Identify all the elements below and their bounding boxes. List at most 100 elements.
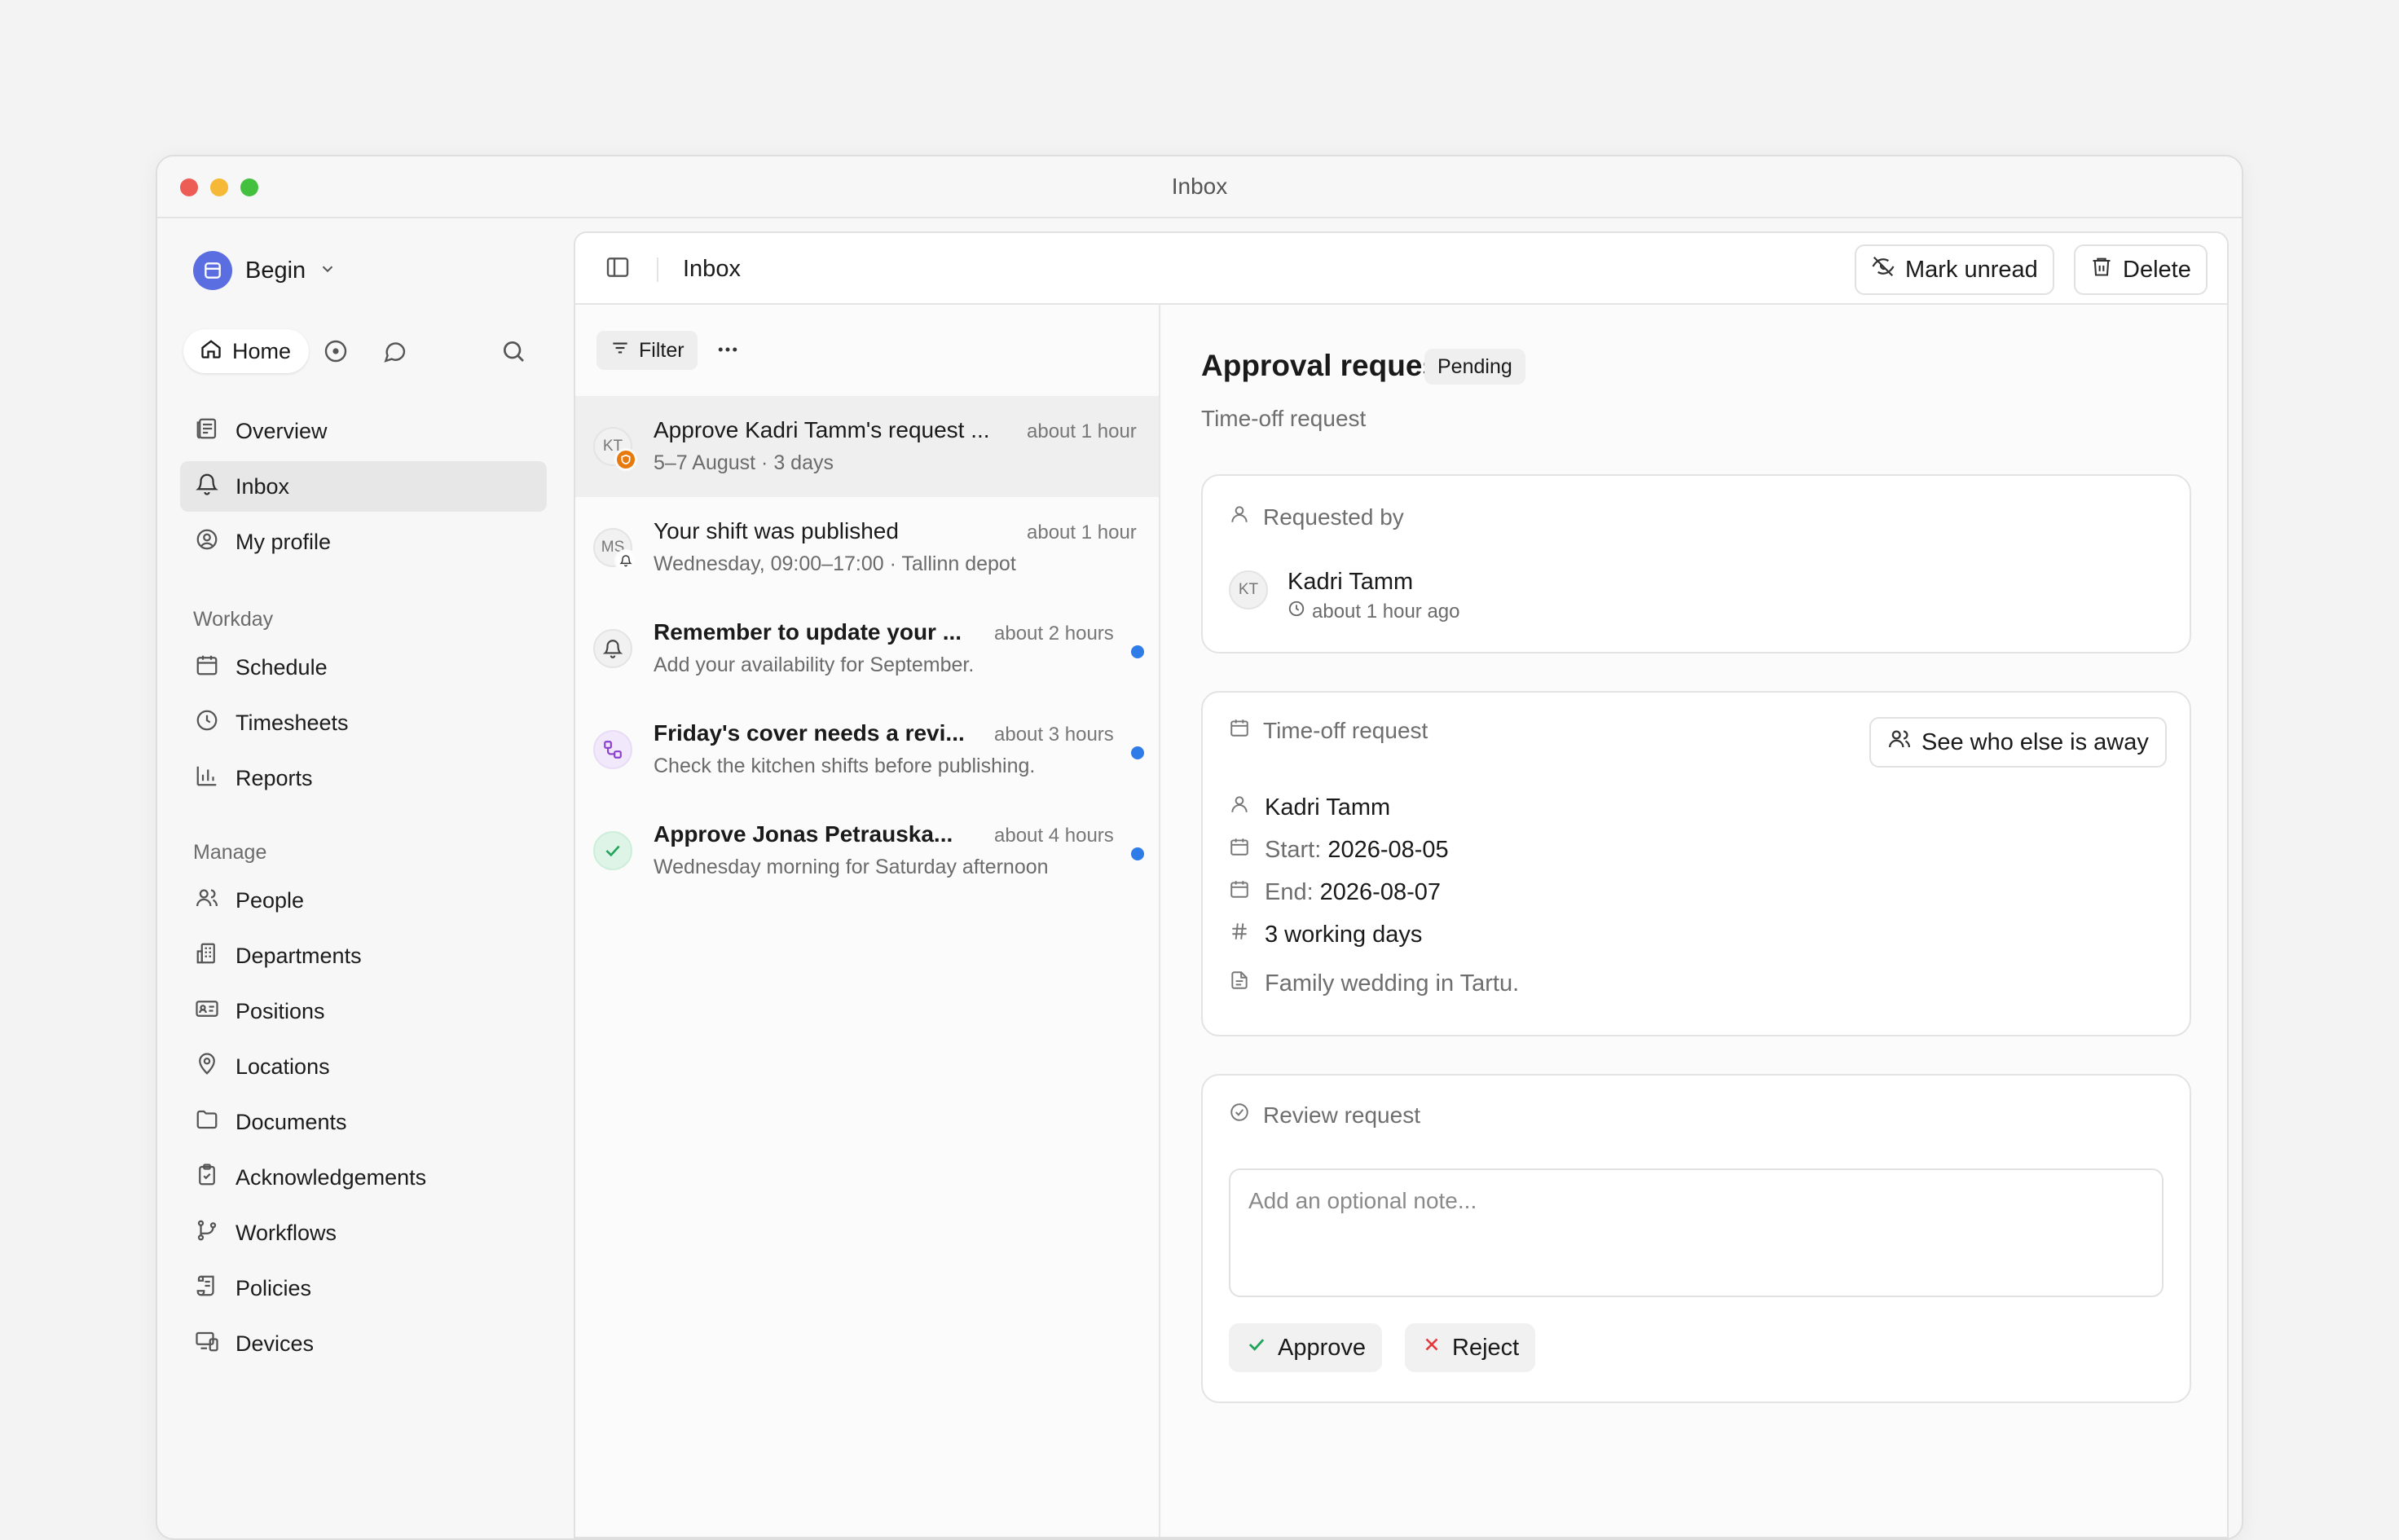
detail-pane: Approval request Pending Time-off reques… — [1162, 305, 2227, 1537]
list-item[interactable]: KT Approve Kadri Tamm's request ... abou… — [575, 396, 1159, 497]
sidebar-item-my-profile[interactable]: My profile — [180, 517, 547, 567]
list-item-subtitle: Check the kitchen shifts before publishi… — [654, 755, 1036, 777]
sidebar-item-documents[interactable]: Documents — [180, 1097, 547, 1147]
sidebar-item-label: Devices — [235, 1331, 315, 1356]
git-branch-icon — [195, 1218, 219, 1248]
people-icon — [1887, 727, 1912, 758]
sidebar-item-devices[interactable]: Devices — [180, 1318, 547, 1369]
start-value: 2026-08-05 — [1327, 836, 1449, 863]
sidebar-item-label: Reports — [235, 765, 313, 790]
activity-icon[interactable] — [322, 337, 350, 365]
sidebar-item-label: Inbox — [235, 473, 290, 499]
list-item[interactable]: Approve Jonas Petrauska... about 4 hours… — [575, 800, 1159, 901]
workflow-icon — [593, 730, 632, 769]
unread-dot — [1131, 847, 1144, 860]
calendar-icon — [1229, 836, 1250, 864]
approve-button[interactable]: Approve — [1229, 1323, 1383, 1372]
scroll-icon — [195, 1274, 219, 1304]
see-who-else-is-away-button[interactable]: See who else is away — [1869, 717, 2167, 768]
id-card-icon — [195, 997, 219, 1027]
reject-label: Reject — [1452, 1334, 1520, 1361]
note-textarea[interactable] — [1229, 1168, 2164, 1297]
list-item-time: about 1 hour — [1027, 420, 1137, 442]
list-item-title: Remember to update your ... — [654, 619, 962, 645]
sidebar-item-inbox[interactable]: Inbox — [180, 461, 547, 512]
section-label-workday: Workday — [193, 608, 274, 631]
search-icon[interactable] — [500, 337, 527, 365]
workspace-switcher[interactable]: Begin — [193, 251, 337, 290]
requested-by-card: Requested by KT Kadri Tamm about 1 hour … — [1201, 474, 2191, 653]
chart-icon — [195, 763, 219, 794]
clock-icon — [195, 708, 219, 738]
start-row: Start: 2026-08-05 — [1229, 836, 1449, 864]
overview-icon — [195, 416, 219, 447]
eye-off-icon — [1871, 254, 1895, 285]
sidebar-item-departments[interactable]: Departments — [180, 931, 547, 981]
avatar: KT — [1229, 570, 1268, 609]
workspace-name: Begin — [245, 257, 306, 284]
bell-badge-icon — [614, 549, 637, 572]
sidebar-item-label: Workflows — [235, 1220, 337, 1245]
bell-icon — [195, 472, 219, 502]
sidebar-item-reports[interactable]: Reports — [180, 753, 547, 803]
end-label: End: — [1265, 878, 1314, 905]
card-heading: Requested by — [1229, 504, 1404, 530]
chat-icon[interactable] — [381, 337, 408, 365]
divider — [657, 257, 658, 282]
zoom-window-button[interactable] — [240, 178, 258, 196]
filter-button[interactable]: Filter — [596, 331, 698, 370]
minimize-window-button[interactable] — [210, 178, 228, 196]
user-icon — [1229, 504, 1250, 530]
chevron-down-icon — [319, 260, 337, 282]
approve-label: Approve — [1278, 1334, 1367, 1361]
detail-title: Approval request — [1201, 349, 1450, 382]
calendar-icon — [1229, 717, 1250, 744]
check-circle-icon — [1229, 1102, 1250, 1129]
calendar-icon — [195, 653, 219, 683]
days-value: 3 working days — [1265, 921, 1423, 948]
sidebar-item-label: Positions — [235, 998, 325, 1023]
close-window-button[interactable] — [180, 178, 198, 196]
sidebar-item-schedule[interactable]: Schedule — [180, 642, 547, 693]
card-heading-label: Time-off request — [1263, 717, 1428, 743]
reject-button[interactable]: Reject — [1405, 1323, 1536, 1372]
reason-row: Family wedding in Tartu. — [1229, 970, 1519, 997]
top-bar: Inbox Mark unread Delete — [575, 233, 2227, 305]
avatar: KT — [593, 427, 637, 471]
card-heading: Review request — [1229, 1102, 1420, 1129]
list-item[interactable]: Remember to update your ... about 2 hour… — [575, 598, 1159, 699]
sidebar-item-label: Acknowledgements — [235, 1164, 427, 1190]
sidebar-item-positions[interactable]: Positions — [180, 986, 547, 1036]
sidebar-item-acknowledgements[interactable]: Acknowledgements — [180, 1152, 547, 1203]
delete-label: Delete — [2123, 256, 2191, 283]
sidebar-item-policies[interactable]: Policies — [180, 1263, 547, 1313]
sidebar-item-locations[interactable]: Locations — [180, 1041, 547, 1092]
window-controls — [180, 178, 258, 196]
sidebar-item-label: Documents — [235, 1109, 347, 1134]
section-label-manage: Manage — [193, 841, 267, 864]
reason-value: Family wedding in Tartu. — [1265, 970, 1520, 997]
check-icon — [1245, 1333, 1268, 1362]
mark-unread-button[interactable]: Mark unread — [1855, 244, 2054, 295]
list-item[interactable]: MS Your shift was published about 1 hour… — [575, 497, 1159, 598]
title-bar: Inbox — [157, 156, 2242, 218]
sidebar-item-workflows[interactable]: Workflows — [180, 1208, 547, 1258]
app-window: Inbox Begin Home Overview Inbox My profi… — [156, 155, 2243, 1540]
sidebar-item-people[interactable]: People — [180, 875, 547, 926]
sidebar-toggle-icon[interactable] — [605, 254, 631, 284]
list-item[interactable]: Friday's cover needs a revi... about 3 h… — [575, 699, 1159, 800]
sidebar-item-label: Policies — [235, 1275, 312, 1300]
page-title: Inbox — [683, 256, 741, 282]
sidebar-item-label: Timesheets — [235, 710, 349, 735]
more-options-icon[interactable] — [715, 337, 740, 366]
sidebar-item-overview[interactable]: Overview — [180, 406, 547, 456]
home-button[interactable]: Home — [183, 329, 310, 373]
sidebar-item-timesheets[interactable]: Timesheets — [180, 697, 547, 748]
delete-button[interactable]: Delete — [2074, 244, 2208, 295]
end-row: End: 2026-08-07 — [1229, 878, 1441, 906]
trash-icon — [2090, 255, 2113, 284]
start-label: Start: — [1265, 836, 1322, 863]
devices-icon — [195, 1329, 219, 1359]
sidebar-item-label: Schedule — [235, 654, 328, 680]
filter-label: Filter — [639, 338, 684, 362]
